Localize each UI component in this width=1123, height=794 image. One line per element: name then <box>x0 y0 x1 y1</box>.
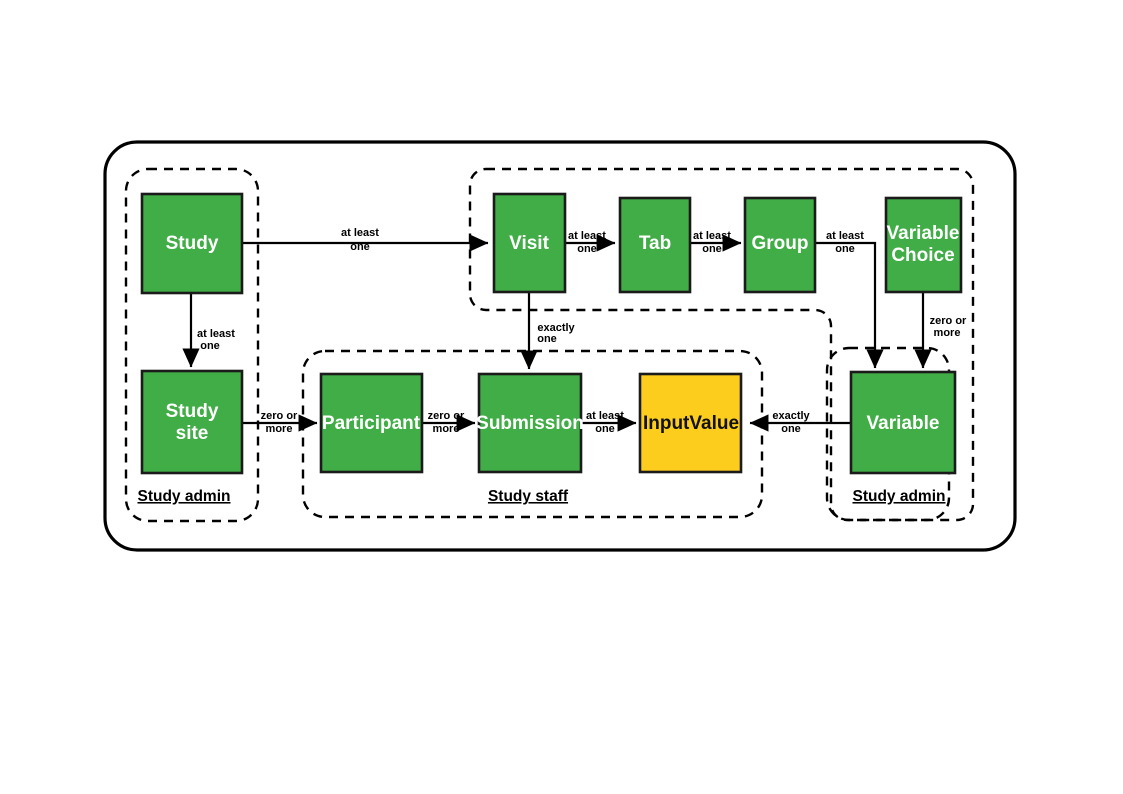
entity-relationship-diagram: at least one at least one at least one a… <box>103 140 1017 552</box>
edge-label-participant-to-submission-line1: zero or <box>428 410 465 422</box>
edge-label-study-to-visit-line1: at least <box>341 227 379 239</box>
edge-label-study-to-site-line1: at least <box>197 328 235 340</box>
edge-label-study-to-site-line2: one <box>200 340 220 352</box>
edge-label-variable-to-iv-line1: exactly <box>772 410 810 422</box>
entity-group[interactable]: Group <box>743 196 817 294</box>
entity-variable-choice-label-line2: Choice <box>891 245 954 266</box>
edge-label-group-to-variable-line1: at least <box>826 230 864 242</box>
edge-label-site-to-participant-line1: zero or <box>261 410 298 422</box>
diagram-canvas: at least one at least one at least one a… <box>0 0 1123 794</box>
entity-study-label: Study <box>166 233 219 254</box>
edge-label-site-to-participant-line2: more <box>266 423 293 435</box>
entity-study-site[interactable]: Study site <box>140 369 244 475</box>
entity-study[interactable]: Study <box>140 192 244 295</box>
edge-label-group-to-variable-line2: one <box>835 243 855 255</box>
edge-label-visit-to-submission-line2: one <box>537 333 557 345</box>
entity-participant[interactable]: Participant <box>319 372 424 474</box>
edge-label-participant-to-submission-line2: more <box>433 423 460 435</box>
entity-tab[interactable]: Tab <box>618 196 692 294</box>
entity-variable-label: Variable <box>867 413 940 434</box>
entity-variable-choice-label-line1: Variable <box>887 223 960 244</box>
entity-participant-label: Participant <box>322 413 421 434</box>
entity-tab-label: Tab <box>639 233 671 254</box>
entity-visit[interactable]: Visit <box>492 192 567 294</box>
edge-label-study-to-visit-line2: one <box>350 241 370 253</box>
entity-study-site-label-line1: Study <box>166 401 219 422</box>
group-label-study-staff: Study staff <box>488 488 569 505</box>
edge-label-submission-to-iv-line1: at least <box>586 410 624 422</box>
edge-label-tab-to-group-line2: one <box>702 243 722 255</box>
entity-group-label: Group <box>752 233 809 254</box>
group-label-study-admin-right: Study admin <box>852 488 945 505</box>
entity-input-value-label: InputValue <box>643 413 739 434</box>
group-label-study-admin-left: Study admin <box>137 488 230 505</box>
entity-input-value[interactable]: InputValue <box>638 372 743 474</box>
edge-label-tab-to-group-line1: at least <box>693 230 731 242</box>
entity-variable[interactable]: Variable <box>849 370 957 475</box>
edge-label-visit-to-tab-line1: at least <box>568 230 606 242</box>
entity-submission-label: Submission <box>476 413 584 434</box>
entity-submission[interactable]: Submission <box>476 372 584 474</box>
entity-variable-choice[interactable]: Variable Choice <box>884 196 963 294</box>
entity-visit-label: Visit <box>509 233 549 254</box>
edge-label-vc-to-variable-line1: zero or <box>930 315 967 327</box>
edge-label-vc-to-variable-line2: more <box>934 327 961 339</box>
edge-label-visit-to-tab-line2: one <box>577 243 597 255</box>
entity-study-site-label-line2: site <box>176 423 209 444</box>
edge-label-submission-to-iv-line2: one <box>595 423 615 435</box>
edge-label-variable-to-iv-line2: one <box>781 423 801 435</box>
